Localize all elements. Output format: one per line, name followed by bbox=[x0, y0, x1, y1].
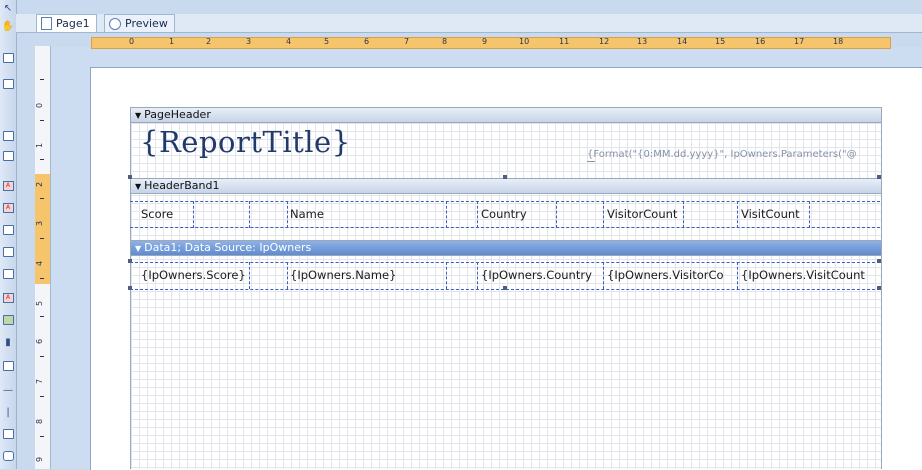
hruler-label: 1 bbox=[169, 37, 175, 46]
hruler-label: 6 bbox=[364, 37, 370, 46]
hruler-label: 13 bbox=[637, 37, 648, 46]
preview-icon bbox=[109, 17, 121, 30]
frame-tool-icon[interactable] bbox=[2, 428, 14, 440]
header-cell-score[interactable]: Score bbox=[138, 201, 193, 227]
horizontal-ruler: 0 1 2 3 4 5 6 7 8 9 10 11 12 13 14 15 16… bbox=[91, 37, 891, 49]
hand-icon[interactable]: ✋ bbox=[2, 20, 14, 32]
vline-tool-icon[interactable]: | bbox=[2, 406, 14, 418]
subreport-tool-icon[interactable] bbox=[2, 268, 14, 280]
vruler-label: 1 bbox=[35, 142, 45, 149]
vruler-label: 2 bbox=[35, 181, 45, 188]
band-data1-label: Data1; Data Source: IpOwners bbox=[144, 241, 312, 254]
tab-page1-label: Page1 bbox=[56, 17, 90, 30]
data-cell-score[interactable]: {IpOwners.Score} bbox=[138, 262, 248, 288]
header-cell-visitorcount[interactable]: VisitorCount bbox=[604, 201, 683, 227]
image-tool-icon[interactable] bbox=[2, 314, 14, 326]
tab-page1[interactable]: Page1 bbox=[36, 14, 97, 32]
shape-tool-icon[interactable] bbox=[2, 224, 14, 236]
rectangle-tool-icon[interactable] bbox=[2, 246, 14, 258]
page-icon bbox=[41, 17, 52, 30]
vruler-label: 5 bbox=[35, 300, 45, 307]
hruler-label: 4 bbox=[286, 37, 292, 46]
date-expression-textbox[interactable]: {Format("{0:MM.dd.yyyy}", IpOwners.Param… bbox=[587, 149, 879, 160]
hruler-label: 10 bbox=[519, 37, 530, 46]
hruler-label: 11 bbox=[559, 37, 570, 46]
vruler-label: 8 bbox=[35, 418, 45, 425]
collapse-arrow-icon[interactable]: ▼ bbox=[135, 242, 141, 256]
data-cell-name[interactable]: {IpOwners.Name} bbox=[287, 262, 446, 288]
vruler-label: 3 bbox=[35, 220, 45, 227]
header-cell-visitcount[interactable]: VisitCount bbox=[738, 201, 809, 227]
text-tool-icon[interactable]: A bbox=[2, 180, 14, 192]
container-tool-icon[interactable] bbox=[2, 150, 14, 162]
vruler-label: 4 bbox=[35, 260, 45, 267]
data-cell-visitcount[interactable]: {IpOwners.VisitCount bbox=[738, 262, 878, 288]
header-cell-name[interactable]: Name bbox=[287, 201, 437, 227]
vruler-label: 6 bbox=[35, 338, 45, 345]
band-pageheader-label: PageHeader bbox=[144, 108, 211, 121]
vruler-label: 0 bbox=[35, 102, 45, 109]
hruler-label: 14 bbox=[677, 37, 688, 46]
hruler-label: 17 bbox=[794, 37, 805, 46]
hruler-label: 7 bbox=[404, 37, 410, 46]
hruler-label: 15 bbox=[715, 37, 726, 46]
round-rect-tool-icon[interactable] bbox=[2, 450, 14, 462]
tab-preview-label: Preview bbox=[125, 17, 168, 30]
collapse-arrow-icon[interactable]: ▼ bbox=[135, 180, 141, 194]
hruler-label: 12 bbox=[599, 37, 610, 46]
hruler-label: 2 bbox=[206, 37, 212, 46]
tab-strip: Page1 Preview bbox=[16, 14, 922, 33]
toolbox: ↖ ✋ A A A ▮ — | bbox=[0, 0, 17, 469]
hruler-label: 16 bbox=[755, 37, 766, 46]
hruler-label: 0 bbox=[129, 37, 135, 46]
hruler-label: 8 bbox=[442, 37, 448, 46]
barcode-tool-icon[interactable]: ▮ bbox=[2, 336, 14, 348]
tab-preview[interactable]: Preview bbox=[104, 14, 175, 32]
band-tool-icon[interactable] bbox=[2, 52, 14, 64]
data-cell-visitorcount[interactable]: {IpOwners.VisitorCo bbox=[604, 262, 737, 288]
label-tool-icon[interactable]: A bbox=[2, 292, 14, 304]
header-cell-country[interactable]: Country bbox=[478, 201, 556, 227]
checkbox-tool-icon[interactable] bbox=[2, 360, 14, 372]
pointer-icon[interactable]: ↖ bbox=[2, 2, 14, 14]
collapse-arrow-icon[interactable]: ▼ bbox=[135, 109, 141, 123]
hruler-label: 9 bbox=[482, 37, 488, 46]
hruler-label: 5 bbox=[324, 37, 330, 46]
vruler-label: 7 bbox=[35, 378, 45, 385]
band-headerband1[interactable]: ▼ HeaderBand1 bbox=[130, 178, 882, 194]
report-title-textbox[interactable]: {ReportTitle} bbox=[140, 125, 351, 159]
vruler-label: 9 bbox=[35, 456, 45, 463]
hruler-label: 3 bbox=[246, 37, 252, 46]
band-headerband1-label: HeaderBand1 bbox=[144, 179, 220, 192]
band-data1[interactable]: ▼ Data1; Data Source: IpOwners bbox=[130, 240, 882, 256]
hline-tool-icon[interactable]: — bbox=[2, 384, 14, 396]
vertical-ruler: 0 1 2 3 4 5 6 7 8 9 bbox=[35, 46, 51, 469]
band-pageheader[interactable]: ▼ PageHeader bbox=[130, 107, 882, 123]
panel-tool-icon[interactable] bbox=[2, 130, 14, 142]
rich-text-tool-icon[interactable]: A bbox=[2, 202, 14, 214]
hruler-label: 18 bbox=[833, 37, 844, 46]
data-cell-country[interactable]: {IpOwners.Country bbox=[478, 262, 603, 288]
sub-band-tool-icon[interactable] bbox=[2, 78, 14, 90]
